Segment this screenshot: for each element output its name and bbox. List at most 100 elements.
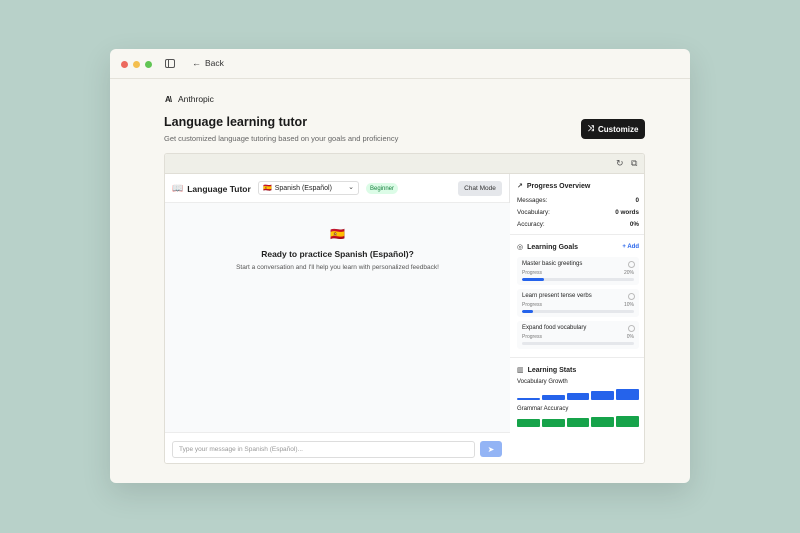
- goal-progress-row: Progress 10%: [522, 302, 634, 308]
- trending-up-icon: ↗: [517, 183, 523, 190]
- goal-progress-fill: [522, 278, 545, 281]
- message-input[interactable]: [172, 441, 475, 458]
- send-button[interactable]: ➤: [480, 441, 502, 457]
- language-select[interactable]: 🇪🇸 Spanish (Español) ⌄: [258, 181, 359, 195]
- goal-progress-label: Progress: [522, 270, 543, 276]
- stat-row-accuracy: Accuracy: 0%: [517, 221, 639, 228]
- goal-item: Master basic greetings Progress 20%: [517, 257, 639, 285]
- book-open-icon: 📖: [172, 183, 184, 193]
- language-select-value: Spanish (Español): [274, 184, 332, 192]
- brand: A\ Anthropic: [165, 94, 214, 104]
- goal-progress-bar: [522, 278, 634, 281]
- preview-toolbar: ↻ ⧉: [165, 154, 644, 174]
- goal-complete-toggle[interactable]: [628, 261, 635, 268]
- grammar-bar: [616, 416, 639, 427]
- learning-goals: ◎ Learning Goals + Add Master basic gree…: [510, 235, 644, 358]
- vocabulary-growth-label: Vocabulary Growth: [517, 379, 568, 385]
- grammar-bar: [517, 419, 540, 427]
- chevron-down-icon: ⌄: [348, 184, 354, 191]
- chat-input-row: ➤: [165, 432, 510, 463]
- goal-progress-row: Progress 0%: [522, 334, 634, 340]
- grammar-accuracy-bars: [517, 415, 639, 427]
- stat-row-vocabulary: Vocabulary: 0 words: [517, 209, 639, 216]
- external-link-icon[interactable]: ⧉: [631, 158, 637, 169]
- title-bar: ← Back: [110, 49, 690, 79]
- back-button[interactable]: ← Back: [192, 58, 224, 68]
- back-label: Back: [205, 58, 224, 68]
- progress-overview-title: ↗ Progress Overview: [517, 182, 639, 191]
- goal-progress-label: Progress: [522, 334, 543, 340]
- goal-name: Learn present tense verbs: [522, 293, 592, 299]
- chat-area: 📖 Language Tutor 🇪🇸 Spanish (Español) ⌄ …: [165, 174, 510, 463]
- app-name: 📖 Language Tutor: [172, 183, 251, 194]
- brand-name: Anthropic: [178, 94, 214, 104]
- learning-stats: ▥ Learning Stats Vocabulary Growth Gramm…: [510, 358, 644, 427]
- empty-state-subtitle: Start a conversation and I'll help you l…: [236, 264, 439, 271]
- goal-name: Expand food vocabulary: [522, 325, 587, 331]
- flag-spain-icon: 🇪🇸: [330, 227, 345, 241]
- chat-messages: 🇪🇸 Ready to practice Spanish (Español)? …: [165, 203, 510, 432]
- target-icon: ◎: [517, 244, 524, 251]
- goal-progress-bar: [522, 342, 634, 345]
- learning-stats-label: Learning Stats: [527, 366, 577, 374]
- progress-overview-label: Progress Overview: [526, 182, 591, 190]
- goal-progress-fill: [522, 310, 534, 313]
- empty-state-title: Ready to practice Spanish (Español)?: [261, 249, 414, 259]
- goal-progress-bar: [522, 310, 634, 313]
- goal-percent: 10%: [623, 302, 634, 308]
- goal-progress-row: Progress 20%: [522, 270, 634, 276]
- learning-goals-label: Learning Goals: [527, 243, 579, 251]
- shuffle-icon: ⤨: [587, 124, 594, 133]
- page-title: Language learning tutor: [164, 115, 308, 129]
- learning-stats-title: ▥ Learning Stats: [517, 366, 639, 375]
- vocabulary-growth-bars: [517, 388, 639, 400]
- stat-label: Accuracy:: [517, 221, 545, 228]
- goal-complete-toggle[interactable]: [628, 293, 635, 300]
- add-goal-button[interactable]: + Add: [622, 244, 639, 250]
- level-badge: Beginner: [366, 183, 399, 194]
- sidebar-toggle-icon[interactable]: [165, 59, 175, 68]
- goal-percent: 20%: [623, 270, 634, 276]
- close-window-button[interactable]: [121, 61, 128, 68]
- goal-percent: 0%: [626, 334, 634, 340]
- stat-label: Vocabulary:: [517, 209, 550, 216]
- grammar-accuracy-label: Grammar Accuracy: [517, 406, 569, 412]
- customize-label: Customize: [597, 124, 639, 134]
- artifact-preview: ↻ ⧉ 📖 Language Tutor 🇪🇸 Spanish (Español…: [164, 153, 645, 464]
- maximize-window-button[interactable]: [145, 61, 152, 68]
- progress-overview: ↗ Progress Overview Messages: 0 Vocabula…: [510, 174, 644, 235]
- arrow-left-icon: ←: [192, 58, 201, 68]
- side-panel: ↗ Progress Overview Messages: 0 Vocabula…: [510, 174, 644, 463]
- goal-item: Expand food vocabulary Progress 0%: [517, 321, 639, 349]
- flag-spain-icon: 🇪🇸: [263, 185, 272, 192]
- grammar-bar: [541, 418, 565, 427]
- app-name-label: Language Tutor: [187, 183, 251, 194]
- vocabulary-bar: [591, 391, 615, 400]
- customize-button[interactable]: ⤨ Customize: [581, 119, 645, 139]
- goal-complete-toggle[interactable]: [628, 325, 635, 332]
- vocabulary-bar: [616, 389, 639, 400]
- refresh-icon[interactable]: ↻: [616, 158, 624, 169]
- stat-label: Messages:: [517, 197, 548, 204]
- vocabulary-bar: [541, 395, 565, 400]
- send-icon: ➤: [487, 444, 495, 454]
- minimize-window-button[interactable]: [133, 61, 140, 68]
- learning-goals-title: ◎ Learning Goals: [517, 243, 639, 252]
- stat-row-messages: Messages: 0: [517, 197, 639, 204]
- goal-progress-label: Progress: [522, 302, 543, 308]
- vocabulary-bar: [517, 397, 540, 400]
- bar-chart-icon: ▥: [517, 367, 524, 374]
- grammar-bar: [566, 418, 590, 427]
- stat-value: 0 words: [615, 209, 639, 216]
- app-window: ← Back A\ Anthropic Language learning tu…: [110, 49, 690, 483]
- anthropic-logo-icon: A\: [165, 94, 172, 104]
- chat-mode-button[interactable]: Chat Mode: [458, 181, 502, 196]
- stat-value: 0: [635, 197, 639, 204]
- grammar-bar: [591, 417, 615, 427]
- stat-value: 0%: [629, 221, 639, 228]
- chat-header: 📖 Language Tutor 🇪🇸 Spanish (Español) ⌄ …: [165, 174, 509, 203]
- vocabulary-bar: [566, 393, 590, 400]
- goal-item: Learn present tense verbs Progress 10%: [517, 289, 639, 317]
- page-subtitle: Get customized language tutoring based o…: [164, 134, 399, 143]
- goal-name: Master basic greetings: [522, 261, 583, 267]
